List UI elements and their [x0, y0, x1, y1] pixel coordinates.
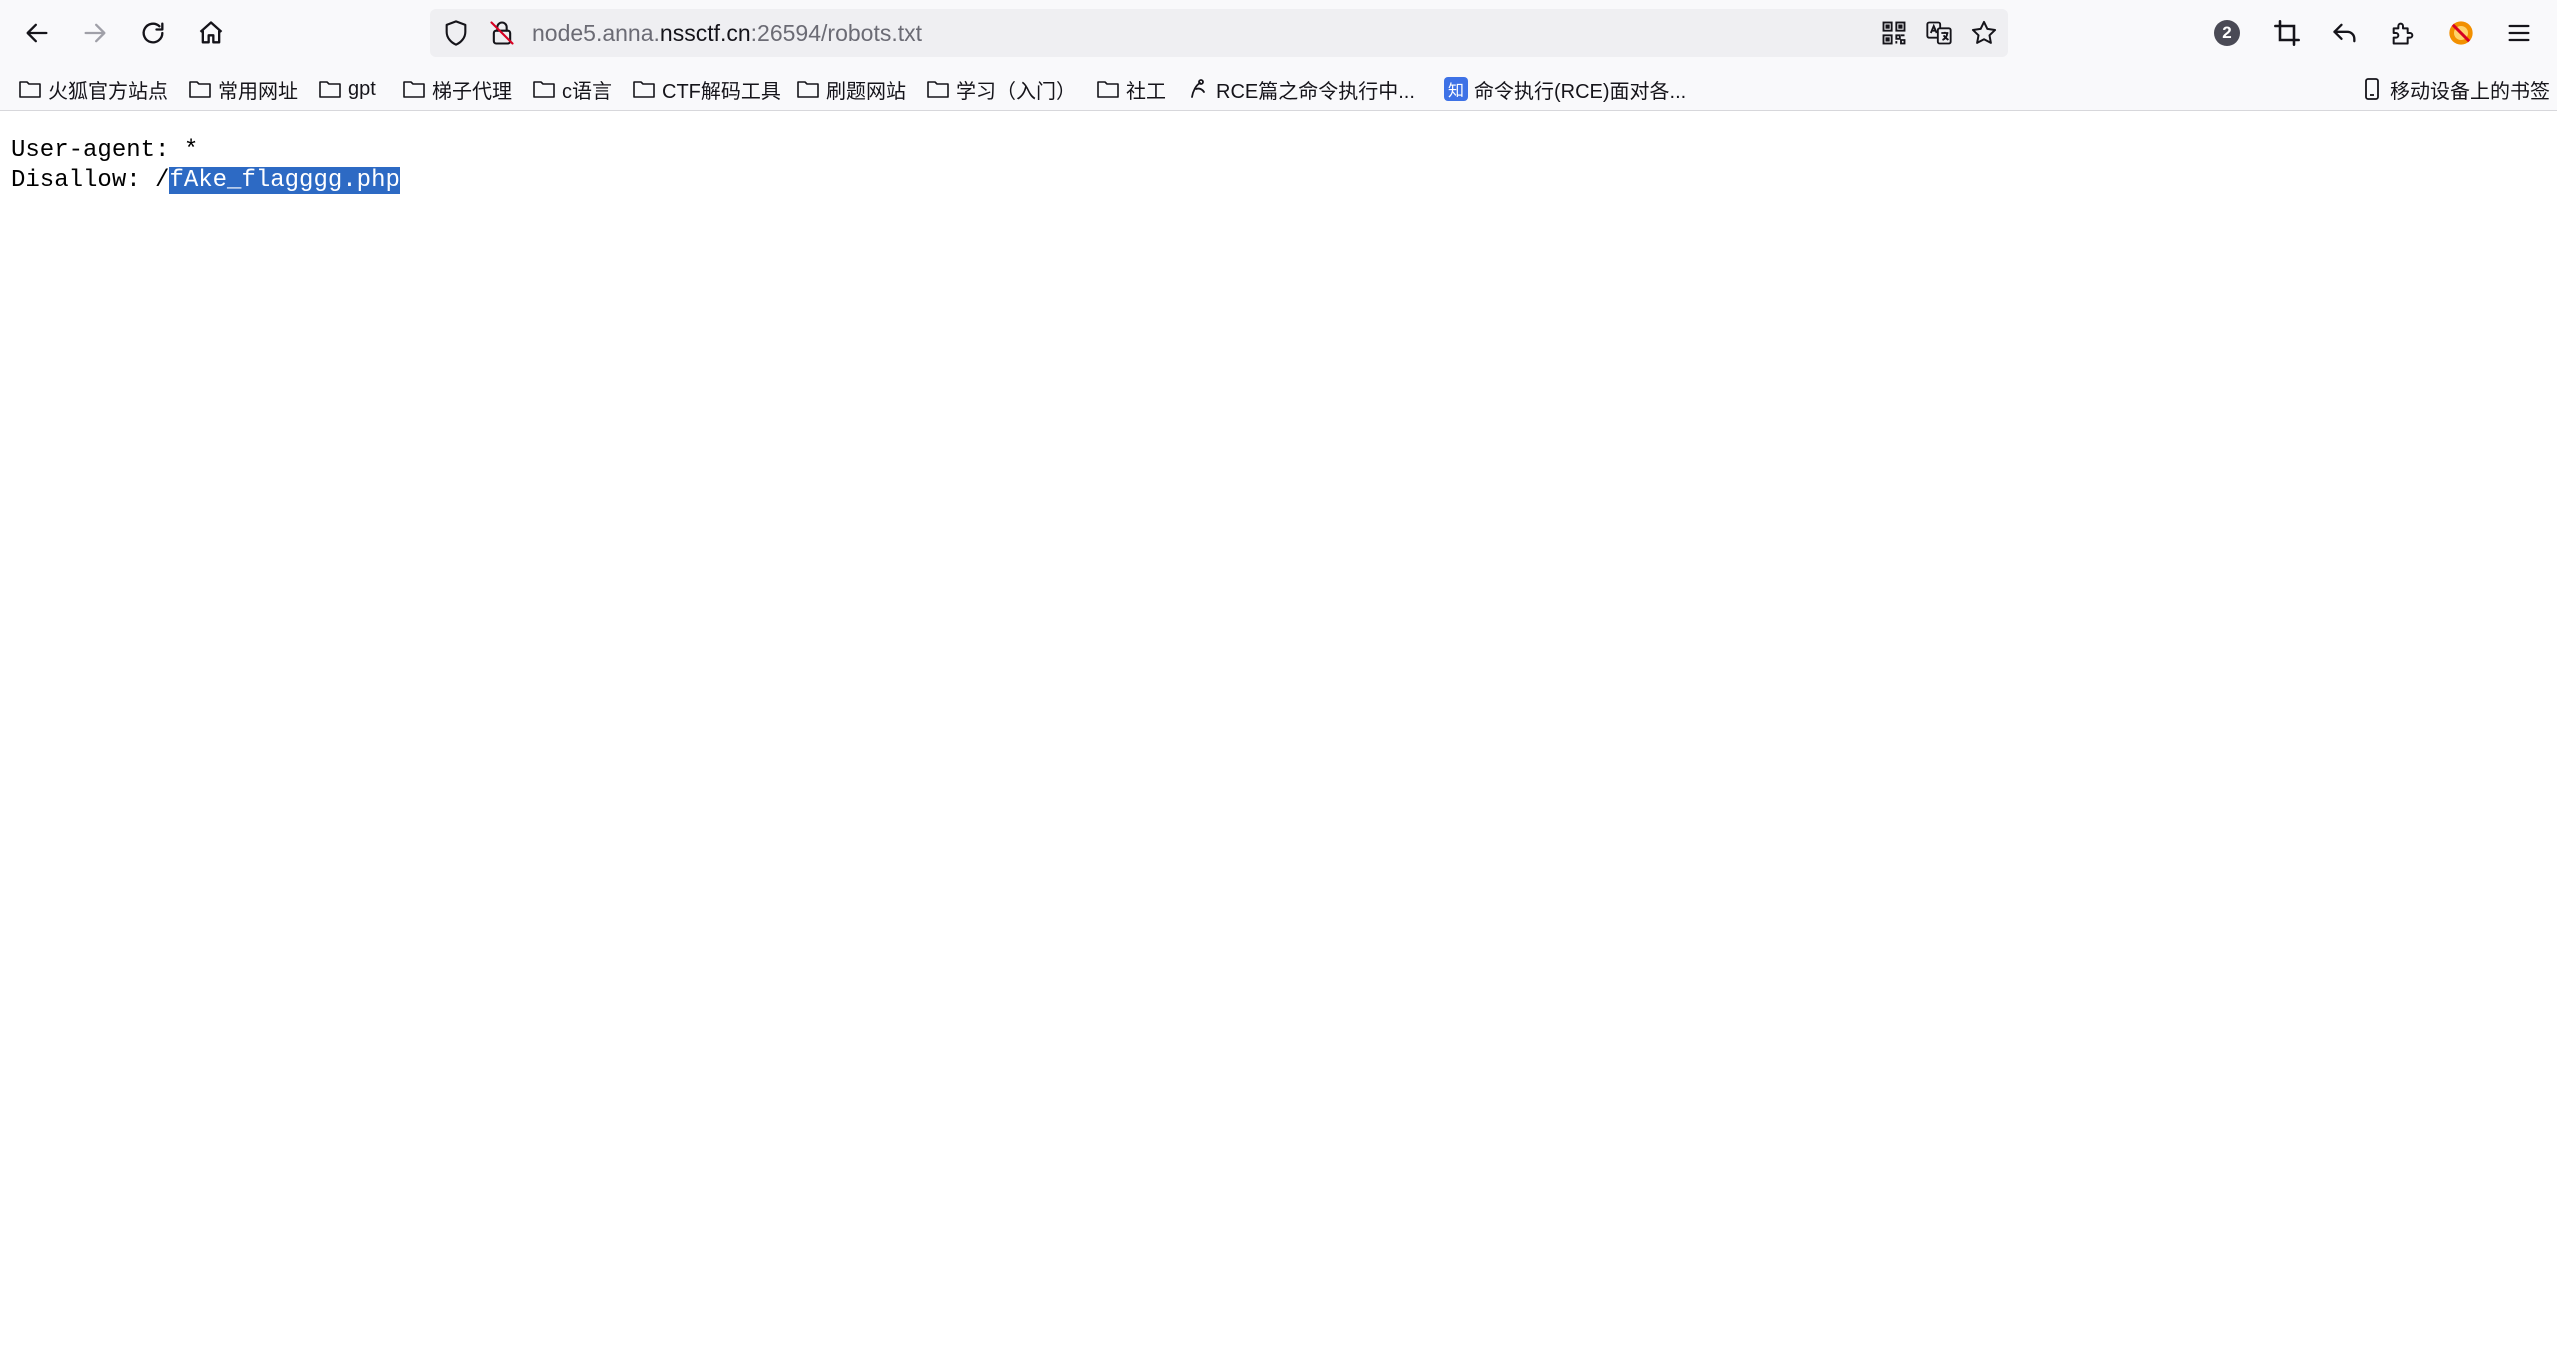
- arrow-right-icon: [84, 23, 106, 43]
- translate-icon[interactable]: [1925, 19, 1953, 47]
- addon-button[interactable]: [2444, 16, 2478, 50]
- mobile-device-icon: [2365, 78, 2379, 100]
- robots-line-user-agent: User-agent: *: [11, 137, 199, 164]
- qr-code-icon[interactable]: [1880, 19, 1908, 47]
- bookmark-label: 社工: [1126, 80, 1166, 103]
- selected-text[interactable]: fAke_flagggg.php: [169, 167, 400, 194]
- reload-icon: [142, 22, 164, 44]
- bookmark-rce-zhihu[interactable]: 知 命令执行(RCE)面对各...: [1444, 72, 1686, 106]
- undo-arrow-icon: [2333, 23, 2356, 43]
- menu-button[interactable]: [2502, 16, 2536, 50]
- hamburger-menu-icon: [2508, 24, 2530, 42]
- bookmark-folder-c-language[interactable]: c语言: [532, 72, 612, 106]
- bookmark-folder-practice-sites[interactable]: 刷题网站: [796, 72, 906, 106]
- bookmark-folder-proxy[interactable]: 梯子代理: [402, 72, 512, 106]
- folder-icon: [633, 81, 655, 98]
- bookmark-label: 火狐官方站点: [48, 80, 168, 103]
- folder-icon: [19, 81, 41, 98]
- insecure-lock-icon[interactable]: [488, 19, 516, 47]
- robots-txt-content: User-agent: * Disallow: /fAke_flagggg.ph…: [11, 136, 400, 196]
- folder-icon: [1097, 81, 1119, 98]
- screenshot-button[interactable]: [2270, 16, 2304, 50]
- extension-badge-button[interactable]: 2: [2210, 16, 2244, 50]
- bookmark-label: RCE篇之命令执行中...: [1216, 80, 1415, 103]
- back-button[interactable]: [16, 12, 58, 54]
- bookmark-label: gpt: [348, 77, 376, 100]
- badge-count: 2: [2214, 20, 2240, 46]
- bookmark-star-icon[interactable]: [1970, 19, 1998, 47]
- bookmark-label: 刷题网站: [826, 80, 906, 103]
- bookmarks-toolbar: 火狐官方站点 常用网址 gpt 梯子代理 c语言 CTF解码工具 刷题网站 学习…: [0, 68, 2557, 111]
- bookmark-label: CTF解码工具: [662, 80, 781, 103]
- bookmark-mobile[interactable]: 移动设备上的书签: [2360, 72, 2550, 106]
- crop-icon: [2274, 20, 2300, 46]
- extensions-button[interactable]: [2386, 16, 2420, 50]
- url-host-prefix: node5.anna.: [532, 20, 660, 46]
- url-domain: nssctf.cn: [659, 20, 751, 46]
- bookmark-folder-learning[interactable]: 学习（入门）: [926, 72, 1076, 106]
- folder-icon: [797, 81, 819, 98]
- bookmark-label: 移动设备上的书签: [2390, 80, 2550, 103]
- folder-icon: [927, 81, 949, 98]
- folder-icon: [533, 81, 555, 98]
- arrow-left-icon: [26, 23, 48, 43]
- site-icon: [1191, 79, 1205, 98]
- bookmark-folder-gpt[interactable]: gpt: [318, 72, 376, 106]
- blocked-addon-icon: [2449, 21, 2473, 45]
- shield-icon[interactable]: [442, 19, 470, 47]
- bookmark-label: c语言: [562, 80, 612, 103]
- url-path: :26594/robots.txt: [750, 20, 923, 46]
- undo-button[interactable]: [2328, 16, 2362, 50]
- bookmark-label: 学习（入门）: [956, 80, 1076, 103]
- folder-icon: [403, 81, 425, 98]
- bookmark-label: 梯子代理: [432, 80, 512, 103]
- home-button[interactable]: [190, 12, 232, 54]
- robots-line-disallow-prefix: Disallow: /: [11, 167, 170, 194]
- url-text[interactable]: node5.anna.nssctf.cn:26594/robots.txt: [532, 19, 922, 47]
- home-icon: [199, 21, 223, 44]
- bookmark-folder-ctf-tools[interactable]: CTF解码工具: [632, 72, 781, 106]
- forward-button[interactable]: [74, 12, 116, 54]
- reload-button[interactable]: [132, 12, 174, 54]
- bookmark-folder-firefox[interactable]: 火狐官方站点: [18, 72, 168, 106]
- folder-icon: [319, 81, 341, 98]
- zhihu-icon: 知: [1444, 77, 1468, 101]
- browser-toolbar: node5.anna.nssctf.cn:26594/robots.txt 2: [0, 0, 2557, 68]
- puzzle-icon: [2392, 22, 2414, 45]
- folder-icon: [189, 81, 211, 98]
- bookmark-folder-common[interactable]: 常用网址: [188, 72, 298, 106]
- bookmark-rce-article[interactable]: RCE篇之命令执行中...: [1186, 72, 1415, 106]
- url-bar[interactable]: node5.anna.nssctf.cn:26594/robots.txt: [430, 9, 2008, 57]
- bookmark-folder-social-eng[interactable]: 社工: [1096, 72, 1166, 106]
- bookmark-label: 命令执行(RCE)面对各...: [1474, 80, 1687, 103]
- bookmark-label: 常用网址: [218, 80, 298, 103]
